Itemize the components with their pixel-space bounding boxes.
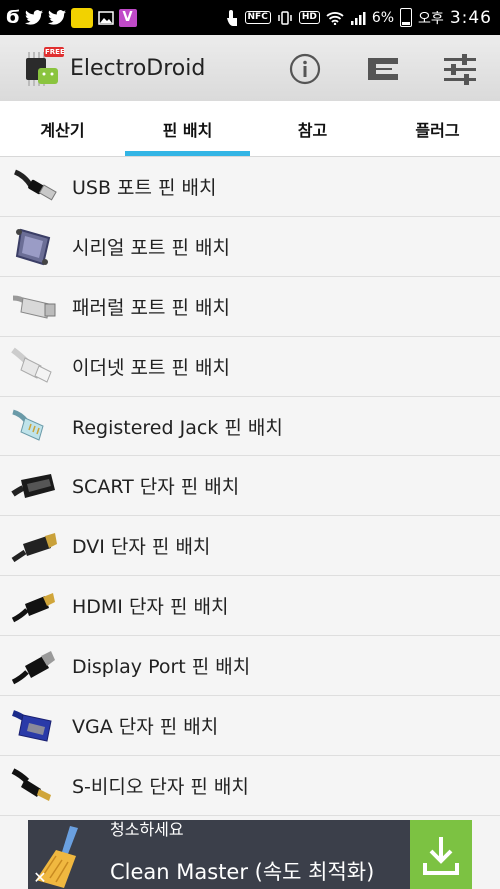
download-icon xyxy=(423,836,459,875)
tab-pinouts[interactable]: 핀 배치 xyxy=(125,101,250,156)
scart-plug-icon xyxy=(10,464,58,508)
signal-icon xyxy=(350,10,366,26)
e-block-icon xyxy=(368,58,398,80)
rj-plug-icon xyxy=(10,404,58,448)
ad-banner[interactable]: 청소하세요 Clean Master (속도 최적화) ✕ xyxy=(28,820,472,889)
download-button[interactable] xyxy=(410,820,472,889)
tab-calculator[interactable]: 계산기 xyxy=(0,101,125,156)
displayport-plug-icon xyxy=(10,644,58,688)
list-item[interactable]: USB 포트 핀 배치 xyxy=(0,157,500,217)
twitter-icon xyxy=(47,10,66,25)
tab-plugins[interactable]: 플러그 xyxy=(375,101,500,156)
viber-icon: V xyxy=(118,8,137,27)
app-title: ElectroDroid xyxy=(70,55,206,81)
info-button[interactable] xyxy=(285,49,325,89)
battery-percent: 6% xyxy=(371,9,395,26)
app-notification-icon xyxy=(70,7,93,28)
dvi-plug-icon xyxy=(10,524,58,568)
notification-icons: Ϭ V xyxy=(0,6,137,28)
parallel-cable-icon xyxy=(10,284,58,328)
list-item[interactable]: HDMI 단자 핀 배치 xyxy=(0,576,500,637)
free-badge: FREE xyxy=(45,48,65,56)
clock-ampm: 오후 xyxy=(418,10,444,27)
electrodroid-menu-button[interactable] xyxy=(363,49,403,89)
vga-plug-icon xyxy=(10,703,58,747)
info-icon xyxy=(289,53,321,85)
app-bar: FREE ElectroDroid xyxy=(0,35,500,101)
pinout-list: USB 포트 핀 배치 시리얼 포트 핀 배치 패러럴 포트 핀 배치 이더넷 … xyxy=(0,157,500,816)
nfc-icon: NFC xyxy=(244,11,271,24)
touch-icon xyxy=(225,9,239,27)
tab-reference[interactable]: 참고 xyxy=(250,101,375,156)
list-item[interactable]: 이더넷 포트 핀 배치 xyxy=(0,336,500,397)
status-bar: Ϭ V NFC HD 6% 오후 3:46 xyxy=(0,0,500,35)
twitter-icon xyxy=(24,10,43,25)
list-item[interactable]: Registered Jack 핀 배치 xyxy=(0,396,500,457)
list-item[interactable]: Display Port 핀 배치 xyxy=(0,636,500,697)
app-logo-icon[interactable]: FREE xyxy=(20,46,65,90)
usb-cable-icon xyxy=(10,164,58,208)
list-item[interactable]: VGA 단자 핀 배치 xyxy=(0,696,500,756)
battery-icon xyxy=(400,8,413,27)
list-item[interactable]: S-비디오 단자 핀 배치 xyxy=(0,755,500,816)
list-item[interactable]: 패러럴 포트 핀 배치 xyxy=(0,276,500,337)
hdmi-plug-icon xyxy=(10,584,58,628)
list-item[interactable]: DVI 단자 핀 배치 xyxy=(0,516,500,577)
image-icon xyxy=(97,10,114,25)
ethernet-plug-icon xyxy=(10,344,58,388)
list-item[interactable]: 시리얼 포트 핀 배치 xyxy=(0,216,500,277)
settings-button[interactable] xyxy=(440,49,480,89)
sliders-icon xyxy=(444,54,476,85)
ad-headline: 청소하세요 xyxy=(110,820,184,839)
wifi-icon xyxy=(326,11,344,25)
ad-close-icon[interactable]: ✕ xyxy=(30,867,50,887)
system-icons: NFC HD 6% 오후 3:46 xyxy=(225,8,500,28)
svideo-plug-icon xyxy=(10,763,58,807)
list-item[interactable]: SCART 단자 핀 배치 xyxy=(0,456,500,517)
vibrate-icon xyxy=(277,10,293,26)
clock-time: 3:46 xyxy=(449,7,492,28)
serial-connector-icon xyxy=(10,224,58,268)
hd-icon: HD xyxy=(298,11,320,24)
ad-title: Clean Master (속도 최적화) xyxy=(110,860,375,884)
sync-icon: Ϭ xyxy=(6,6,20,28)
tab-bar: 계산기 핀 배치 참고 플러그 xyxy=(0,101,500,157)
